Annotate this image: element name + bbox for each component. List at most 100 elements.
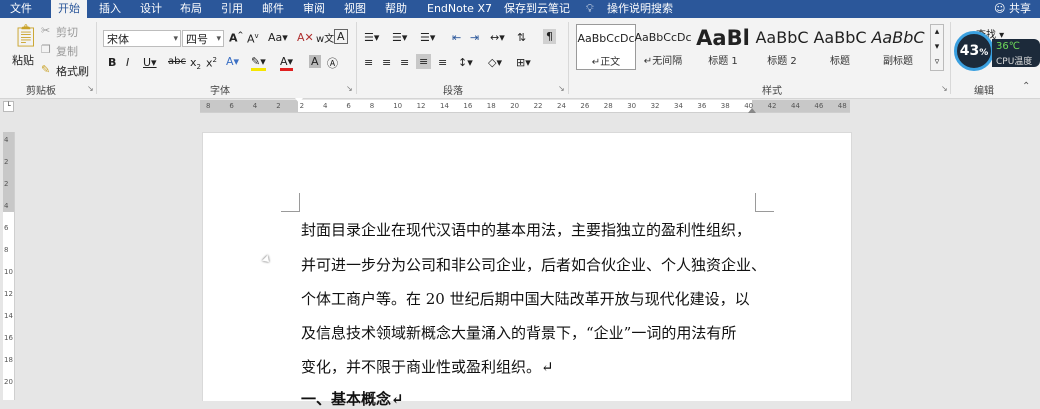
group-divider (96, 22, 97, 94)
tab-references[interactable]: 引用 (221, 0, 243, 18)
paragraph-line[interactable]: 封面目录企业在现代汉语中的基本用法，主要指独立的盈利性组织， (301, 219, 751, 240)
ruler-tick-label: 8 (4, 246, 9, 254)
document-page[interactable]: 封面目录企业在现代汉语中的基本用法，主要指独立的盈利性组织， 并可进一步分为公司… (202, 132, 852, 408)
cut-button[interactable]: 剪切 (56, 24, 78, 40)
borders-icon[interactable]: ⊞▾ (516, 56, 531, 69)
chevron-down-icon[interactable]: ▾ (173, 31, 178, 48)
vertical-ruler[interactable]: 4 2 2 4 6 8 10 12 14 16 18 20 (3, 132, 15, 400)
ruler-tick-label: 6 (346, 102, 351, 110)
text-effects-icon[interactable]: A▾ (226, 55, 239, 68)
line-spacing-icon[interactable]: ↕▾ (458, 56, 473, 69)
tab-insert[interactable]: 插入 (99, 0, 121, 18)
paste-icon[interactable]: 📋︎ (12, 24, 40, 49)
justify-icon[interactable]: ≡ (416, 54, 432, 69)
ruler-tick-label: 40 (744, 102, 754, 110)
sort-icon[interactable]: ⇅ (517, 31, 526, 44)
font-color-icon[interactable]: A▾ (280, 55, 294, 71)
format-painter-icon[interactable]: ✎ (41, 63, 50, 76)
copy-icon[interactable]: ❐ (41, 43, 51, 56)
clipboard-group-label: 剪贴板 (26, 86, 56, 97)
tab-home[interactable]: 开始 (51, 0, 87, 18)
clear-formatting-icon[interactable]: A✕ (297, 31, 314, 44)
cpu-usage-percent: 43 (959, 43, 980, 59)
ruler-tick-label: 6 (4, 224, 9, 232)
ruler-tick-label: 8 (369, 102, 375, 110)
paragraph-line[interactable]: 及信息技术领域新概念大量涌入的背景下，“企业”一词的用法有所 (301, 322, 736, 343)
shrink-font-icon[interactable]: Av (247, 32, 259, 46)
tab-save-cloud-note[interactable]: 保存到云笔记 (504, 0, 570, 18)
chinese-layout-icon[interactable]: ↔▾ (490, 31, 505, 44)
dialog-launcher-icon[interactable]: ↘ (941, 84, 948, 93)
style-preview: AaBbC (813, 28, 867, 47)
ruler-tick-label: 20 (4, 378, 13, 386)
align-center-icon[interactable]: ≡ (382, 56, 391, 69)
font-group-label: 字体 (210, 86, 230, 97)
strikethrough-icon[interactable]: abc (168, 56, 186, 67)
tab-review[interactable]: 审阅 (303, 0, 325, 18)
style-normal[interactable]: AaBbCcDc ↵正文 (576, 24, 636, 70)
distributed-icon[interactable]: ≡ (438, 56, 447, 69)
superscript-icon[interactable]: x2 (206, 56, 217, 70)
align-right-icon[interactable]: ≡ (400, 56, 409, 69)
style-heading-1[interactable]: AaBl 标题 1 (694, 24, 752, 68)
style-heading-2[interactable]: AaBbC 标题 2 (753, 24, 811, 68)
ruler-tick-label: 18 (4, 356, 13, 364)
character-border-icon[interactable]: A (334, 29, 348, 44)
paragraph-line[interactable]: 个体工商户等。在 20 世纪后期中国大陆改革开放与现代化建设，以 (301, 288, 750, 309)
bullets-icon[interactable]: ☰▾ (364, 31, 379, 44)
highlight-icon[interactable]: ✎▾ (251, 55, 266, 71)
phonetic-guide-icon[interactable]: w文 (316, 30, 334, 45)
ruler-tick-label: 44 (791, 102, 800, 110)
numbering-icon[interactable]: ☰▾ (392, 31, 407, 44)
ruler-tick-label: 36 (697, 102, 707, 110)
bold-icon[interactable]: B (108, 56, 116, 69)
tab-endnote[interactable]: EndNote X7 (427, 0, 492, 18)
horizontal-ruler[interactable]: 8 6 4 2 2 4 6 8 10 12 14 16 18 20 22 24 26 28 30 32 34 36 38 40… (200, 98, 850, 113)
copy-button[interactable]: 复制 (56, 43, 78, 59)
tab-file[interactable]: 文件 (10, 0, 32, 18)
tab-layout[interactable]: 布局 (180, 0, 202, 18)
ruler-tick-label: 2 (4, 180, 9, 188)
multilevel-list-icon[interactable]: ☰▾ (420, 31, 435, 44)
show-marks-icon[interactable]: ¶ (543, 29, 556, 44)
tab-view[interactable]: 视图 (344, 0, 366, 18)
italic-icon[interactable]: I (126, 56, 129, 69)
shading-icon[interactable]: ◇▾ (488, 56, 502, 69)
paste-button[interactable]: 粘贴 (12, 52, 34, 68)
tab-selector[interactable]: └ (3, 101, 14, 112)
cut-icon[interactable]: ✂ (41, 24, 50, 37)
tell-me-search[interactable]: 操作说明搜索 (607, 0, 673, 18)
grow-font-icon[interactable]: A^ (229, 31, 243, 45)
font-size-combo[interactable]: 四号 ▾ (182, 30, 224, 47)
align-left-icon[interactable]: ≡ (364, 56, 373, 69)
decrease-indent-icon[interactable]: ⇤ (452, 31, 461, 44)
chevron-down-icon[interactable]: ▾ (216, 31, 221, 48)
underline-icon[interactable]: U▾ (143, 56, 157, 69)
share-button[interactable]: 共享 (1009, 0, 1031, 18)
paragraph-line[interactable]: 并可进一步分为公司和非公司企业，后者如合伙企业、个人独资企业、 (301, 254, 766, 275)
styles-scroll-icon[interactable]: ▴ ▾ ▿ (930, 24, 944, 71)
style-subtitle[interactable]: AaBbC 副标题 (869, 24, 927, 68)
style-title[interactable]: AaBbC 标题 (811, 24, 869, 68)
cpu-monitor-widget[interactable]: 43% 36℃ CPU温度 (954, 31, 1040, 75)
character-shading-icon[interactable]: A (309, 55, 321, 68)
collapse-ribbon-icon[interactable]: ⌃ (1022, 81, 1030, 92)
format-painter-button[interactable]: 格式刷 (56, 63, 89, 79)
subscript-icon[interactable]: x2 (190, 56, 201, 71)
tab-mailings[interactable]: 邮件 (262, 0, 284, 18)
ruler-tick-label: 24 (557, 102, 566, 110)
paragraph-line[interactable]: 变化，并不限于商业性或盈利组织。↵ (301, 356, 554, 377)
dialog-launcher-icon[interactable]: ↘ (346, 84, 353, 93)
group-divider (950, 22, 951, 94)
section-heading[interactable]: 一、基本概念↵ (301, 388, 404, 409)
dialog-launcher-icon[interactable]: ↘ (87, 84, 94, 93)
font-name-combo[interactable]: 宋体 ▾ (103, 30, 181, 47)
style-preview: AaBl (696, 26, 750, 50)
increase-indent-icon[interactable]: ⇥ (470, 31, 479, 44)
tab-design[interactable]: 设计 (140, 0, 162, 18)
style-no-spacing[interactable]: AaBbCcDc ↵无间隔 (634, 24, 692, 68)
dialog-launcher-icon[interactable]: ↘ (558, 84, 565, 93)
enclose-characters-icon[interactable]: Ⓐ (327, 55, 338, 71)
change-case-icon[interactable]: Aa▾ (268, 31, 288, 44)
tab-help[interactable]: 帮助 (385, 0, 407, 18)
